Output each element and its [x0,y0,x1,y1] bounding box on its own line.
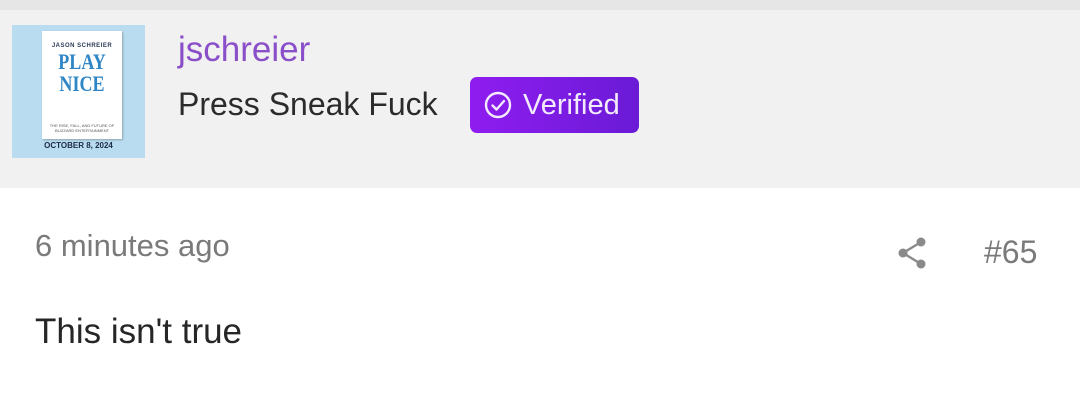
share-icon[interactable] [896,236,928,270]
username-link[interactable]: jschreier [178,28,310,72]
book-subtitle: THE RISE, FALL, AND FUTURE OF BLIZZARD E… [49,123,115,133]
verified-badge: Verified [470,77,639,133]
user-title: Press Sneak Fuck [178,86,438,122]
book-title-line1: PLAY [58,49,106,74]
post-number-link[interactable]: #65 [984,232,1037,272]
book-cover-image: JASON SCHREIER PLAY NICE THE RISE, FALL,… [42,31,122,139]
book-title-line2: NICE [59,71,105,96]
verified-label: Verified [523,88,620,121]
book-title: PLAY NICE [49,51,115,95]
book-date: OCTOBER 8, 2024 [44,141,113,150]
post-body: This isn't true [35,312,243,351]
check-circle-icon [484,91,512,119]
user-avatar[interactable]: JASON SCHREIER PLAY NICE THE RISE, FALL,… [12,25,145,158]
forum-post: JASON SCHREIER PLAY NICE THE RISE, FALL,… [0,0,1080,408]
post-timestamp[interactable]: 6 minutes ago [35,226,230,266]
